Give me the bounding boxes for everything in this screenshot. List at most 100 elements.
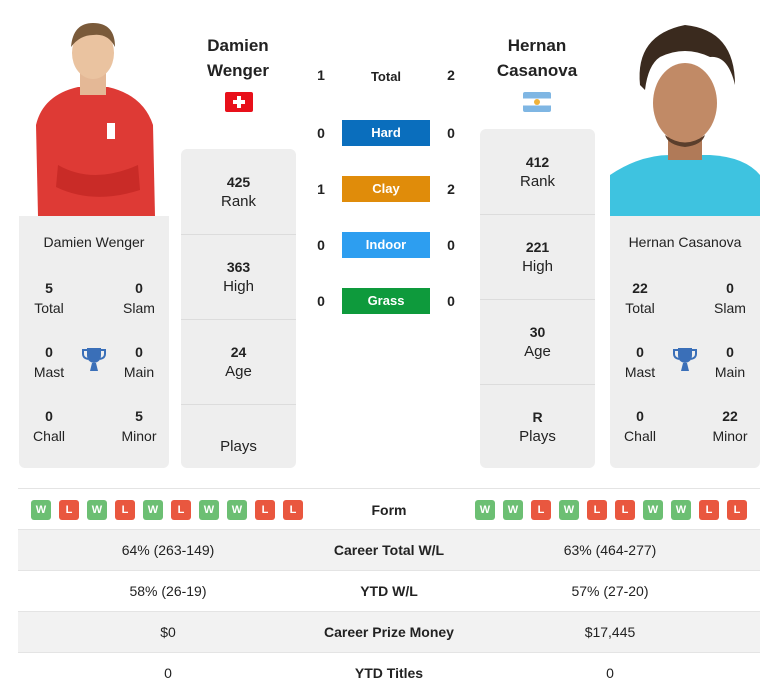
comparison-row: $0 Career Prize Money $17,445 [18,612,760,653]
trophy-icon [673,348,697,371]
label: Total [34,300,64,316]
player2-age-label: Age [524,343,551,360]
player1-high: 363 High [181,234,296,319]
value: 0 [135,344,143,360]
switzerland-flag-icon [225,92,253,112]
player1-value: 58% (26-19) [129,583,207,599]
label: Main [714,364,746,380]
form-loss-badge[interactable]: L [171,500,191,520]
player2-titles-chall: 0 Chall [610,406,670,446]
player2-rank-value: 412 [525,153,550,170]
player1-plays: Plays [181,404,296,468]
row-label: YTD Titles [354,665,424,681]
surface-clay-badge[interactable]: Clay [342,176,430,202]
player1-high-value: 363 [226,259,251,275]
form-win-badge[interactable]: W [559,500,579,520]
comparison-row: 64% (263-149) Career Total W/L 63% (464-… [18,530,760,571]
form-win-badge[interactable]: W [475,500,495,520]
player2-first-name: Hernan [507,36,567,55]
player1-age-value: 24 [230,344,247,360]
form-win-badge[interactable]: W [143,500,163,520]
surface-grass-badge[interactable]: Grass [342,288,430,314]
form-win-badge[interactable]: W [31,500,51,520]
form-loss-badge[interactable]: L [283,500,303,520]
value: 0 [726,280,734,296]
value: 22 [632,280,648,296]
player1-form: WLWLWLWWLL [31,500,303,520]
value: 0 [636,408,644,424]
player2-titles-slam: 0 Slam [700,278,760,318]
form-loss-badge[interactable]: L [615,500,635,520]
row-label: YTD W/L [360,583,418,599]
player2-titles-mast: 0 Mast [610,342,670,382]
label: Main [123,364,155,380]
player2-stats: 412 Rank 221 High 30 Age R Plays [480,129,595,468]
player1-rank-label: Rank [220,192,257,210]
form-loss-badge[interactable]: L [587,500,607,520]
value: 5 [135,408,143,424]
player2-value: 0 [606,665,614,681]
h2h-indoor-row: 0 Indoor 0 [310,232,470,258]
label: Mast [624,364,656,380]
h2h-hard-p2: 0 [447,125,455,141]
form-row: WLWLWLWWLL Form WWLWLLWWLL [18,488,760,530]
player2-age: 30 Age [480,299,595,384]
form-label: Form [371,502,407,518]
player1-titles-main: 0 Main [109,342,169,382]
surface-hard-badge[interactable]: Hard [342,120,430,146]
player1-rank: 425 Rank [181,149,296,234]
comparison-row: 0 YTD Titles 0 [18,653,760,694]
form-loss-badge[interactable]: L [531,500,551,520]
player1-card-name: Damien Wenger [43,234,145,250]
form-win-badge[interactable]: W [643,500,663,520]
value: 0 [45,344,53,360]
form-loss-badge[interactable]: L [699,500,719,520]
form-win-badge[interactable]: W [671,500,691,520]
player2-photo [610,15,760,216]
player2-titles-minor: 22 Minor [700,406,760,446]
form-win-badge[interactable]: W [503,500,523,520]
form-win-badge[interactable]: W [199,500,219,520]
player2-rank: 412 Rank [480,129,595,214]
form-win-badge[interactable]: W [87,500,107,520]
player1-photo [18,15,168,216]
argentina-flag-icon [523,92,551,112]
player1-titles-card: Damien Wenger 5 Total 0 Slam 0 Mast 0 Main 0… [19,216,169,468]
player1-value: 0 [164,665,172,681]
h2h-grass-p2: 0 [447,293,455,309]
form-win-badge[interactable]: W [227,500,247,520]
player1-rank-value: 425 [226,173,251,190]
value: 22 [722,408,738,424]
player2-titles-card: Hernan Casanova 22 Total 0 Slam 0 Mast 0 Mai… [610,216,760,468]
value: 0 [726,344,734,360]
player2-titles-main: 0 Main [700,342,760,382]
value: 0 [135,280,143,296]
surface-indoor-badge[interactable]: Indoor [342,232,430,258]
form-loss-badge[interactable]: L [59,500,79,520]
player2-plays-label: Plays [519,428,556,445]
player1-value: $0 [160,624,176,640]
h2h-clay-row: 1 Clay 2 [310,176,470,202]
label: Minor [121,428,157,444]
label: Minor [712,428,748,444]
row-label: Career Total W/L [333,542,445,558]
row-label: Career Prize Money [324,624,454,640]
player1-name-heading[interactable]: Damien Wenger [180,33,296,83]
player2-name-heading[interactable]: Hernan Casanova [479,33,595,83]
player2-plays: R Plays [480,384,595,468]
value: 0 [636,344,644,360]
value: 5 [45,280,53,296]
form-loss-badge[interactable]: L [727,500,747,520]
h2h-total-label: Total [370,69,402,84]
player2-form: WWLWLLWWLL [475,500,747,520]
form-loss-badge[interactable]: L [115,500,135,520]
player2-rank-label: Rank [519,172,556,190]
form-loss-badge[interactable]: L [255,500,275,520]
h2h-total-row: 1 Total 2 [310,62,470,88]
player1-plays-label: Plays [220,438,257,455]
h2h-clay-p1: 1 [317,181,325,197]
player1-stats: 425 Rank 363 High 24 Age Plays [181,149,296,468]
label: Mast [33,364,65,380]
h2h-hard-row: 0 Hard 0 [310,120,470,146]
player2-high-value: 221 [525,239,550,255]
